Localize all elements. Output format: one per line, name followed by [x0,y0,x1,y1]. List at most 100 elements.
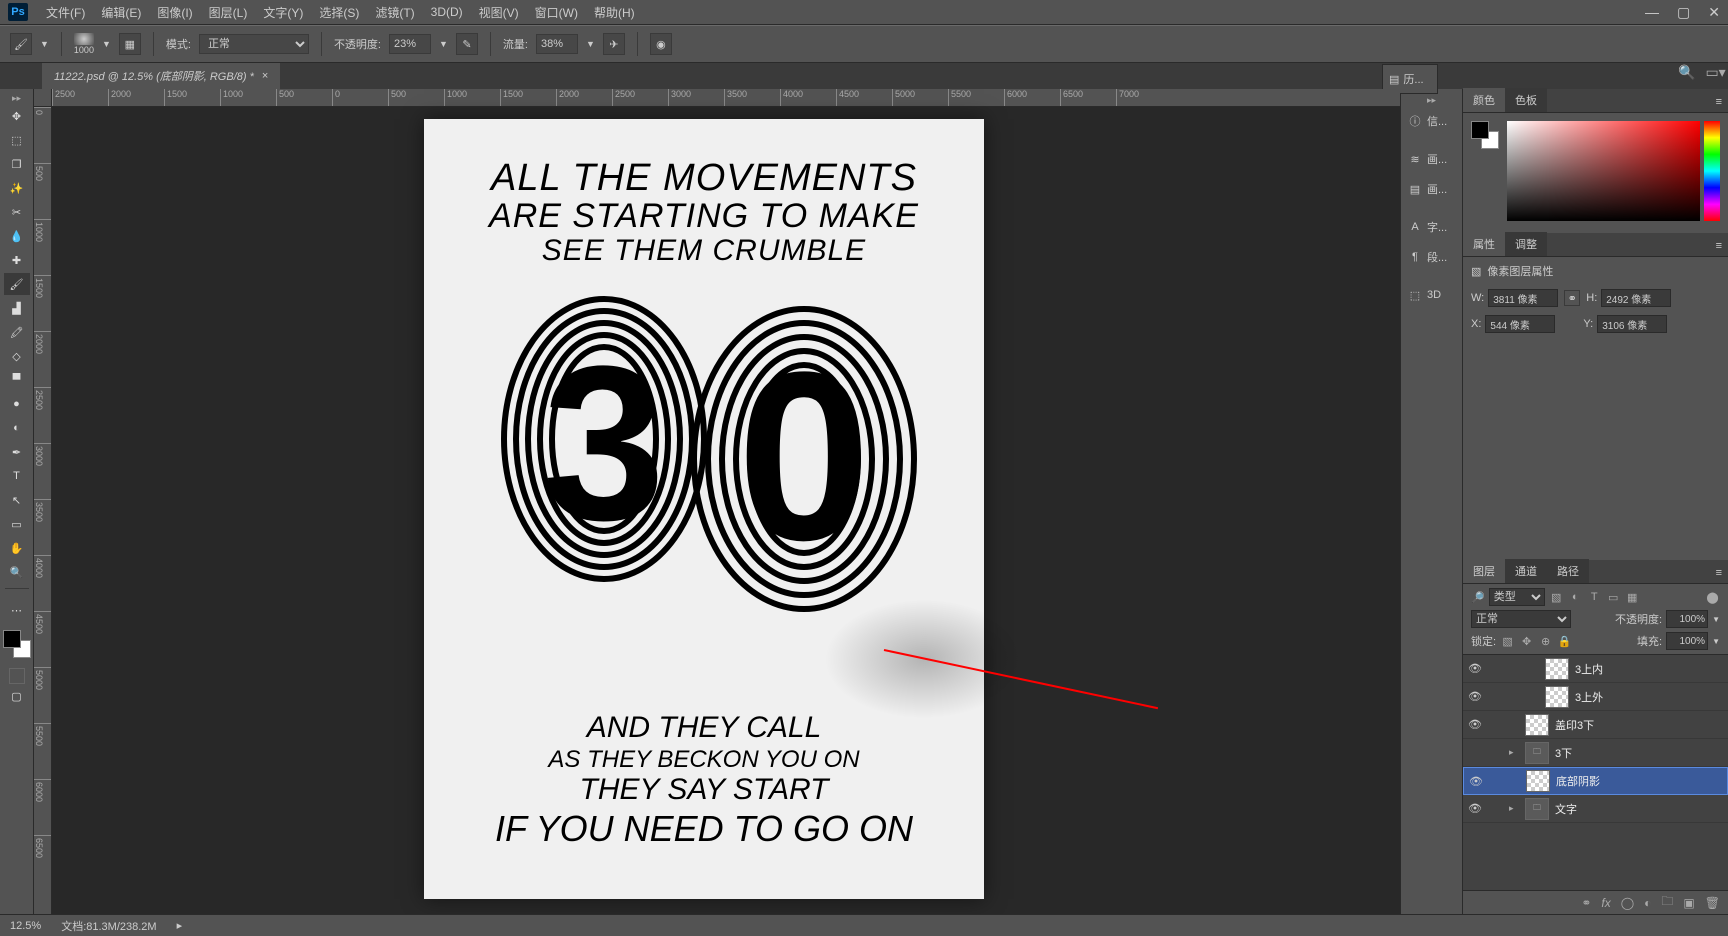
search-icon[interactable]: 🔎 [1471,591,1485,604]
screenmode-icon[interactable]: ▢ [4,685,30,707]
lock-position-icon[interactable]: ✥ [1519,634,1534,649]
opacity-input[interactable] [389,34,431,54]
fg-color-swatch[interactable] [3,630,21,648]
layer-name[interactable]: 3上内 [1575,661,1603,677]
pen-tool-icon[interactable]: ✒ [4,441,30,463]
y-input[interactable] [1597,315,1667,333]
pressure-opacity-icon[interactable]: ✎ [456,33,478,55]
layer-name[interactable]: 文字 [1555,801,1577,817]
edit-toolbar-icon[interactable]: ⋯ [4,599,30,621]
expand-icon[interactable]: ▸ [1509,803,1519,814]
info-panel-tab[interactable]: ⓘ信... [1401,106,1462,136]
ruler-vertical[interactable]: 0500100015002000250030003500400045005000… [34,107,52,914]
chevron-down-icon[interactable]: ▼ [1712,615,1720,624]
visibility-icon[interactable]: 👁 [1467,718,1483,731]
group-icon[interactable]: 🗀 [1661,892,1673,913]
blend-mode-select[interactable]: 正常 [199,34,309,54]
collapse-handle-icon[interactable]: ▸▸ [1401,95,1462,106]
marquee-tool-icon[interactable]: ⬚ [4,129,30,151]
window-minimize-icon[interactable]: — [1645,4,1659,21]
layer-thumbnail[interactable] [1545,658,1569,680]
height-input[interactable] [1601,289,1671,307]
hand-tool-icon[interactable]: ✋ [4,537,30,559]
panel-menu-icon[interactable]: ≡ [1710,563,1728,583]
3d-panel-tab[interactable]: ⬚3D [1401,280,1462,310]
layer-filter-kind[interactable]: 类型 [1489,588,1545,606]
menu-edit[interactable]: 编辑(E) [93,4,149,21]
close-icon[interactable]: × [262,70,268,82]
chevron-down-icon[interactable]: ▼ [40,39,49,49]
quickmask-icon[interactable] [9,668,25,684]
lasso-tool-icon[interactable]: ❐ [4,153,30,175]
fx-icon[interactable]: fx [1601,896,1610,910]
menu-view[interactable]: 视图(V) [471,4,527,21]
brush-preview-icon[interactable] [74,33,94,45]
layer-row[interactable]: 👁底部阴影 [1463,767,1728,795]
menu-file[interactable]: 文件(F) [38,4,93,21]
link-icon[interactable]: ⚭ [1564,290,1580,306]
doc-info[interactable]: 文档:81.3M/238.2M [61,918,156,934]
visibility-icon[interactable]: 👁 [1467,802,1483,815]
tab-paths[interactable]: 路径 [1547,559,1589,583]
tab-channels[interactable]: 通道 [1505,559,1547,583]
x-input[interactable] [1485,315,1555,333]
layers-list[interactable]: 👁3上内👁3上外👁盖印3下▸🗀3下👁底部阴影👁▸🗀文字 [1463,655,1728,890]
eraser-tool-icon[interactable]: ◇ [4,345,30,367]
eyedropper-tool-icon[interactable]: 💧 [4,225,30,247]
crop-tool-icon[interactable]: ✂ [4,201,30,223]
layer-thumbnail[interactable] [1545,686,1569,708]
layer-name[interactable]: 3下 [1555,745,1572,761]
menu-layer[interactable]: 图层(L) [201,4,256,21]
tool-preset-icon[interactable]: 🖌 [10,33,32,55]
layer-row[interactable]: 👁 盖印3下 [1463,711,1728,739]
folder-icon[interactable]: 🗀 [1525,798,1549,820]
menu-window[interactable]: 窗口(W) [527,4,586,21]
window-close-icon[interactable]: ✕ [1708,4,1720,21]
menu-3d[interactable]: 3D(D) [423,5,471,19]
layer-name[interactable]: 3上外 [1575,689,1603,705]
visibility-icon[interactable]: 👁 [1467,662,1483,675]
folder-icon[interactable]: 🗀 [1525,742,1549,764]
tab-properties[interactable]: 属性 [1463,232,1505,256]
menu-help[interactable]: 帮助(H) [586,4,643,21]
healing-tool-icon[interactable]: ✚ [4,249,30,271]
collapse-handle-icon[interactable]: ▸▸ [12,93,21,104]
lock-artboard-icon[interactable]: ⊕ [1538,634,1553,649]
search-icon[interactable]: 🔍 [1678,64,1695,84]
menu-image[interactable]: 图像(I) [149,4,200,21]
filter-smart-icon[interactable]: ▦ [1625,590,1640,605]
layer-name[interactable]: 盖印3下 [1555,717,1594,733]
filter-pixel-icon[interactable]: ▧ [1549,590,1564,605]
delete-icon[interactable]: 🗑 [1705,896,1720,910]
color-swatches[interactable] [3,630,31,658]
chevron-down-icon[interactable]: ▼ [586,39,595,49]
filter-shape-icon[interactable]: ▭ [1606,590,1621,605]
zoom-tool-icon[interactable]: 🔍 [4,561,30,583]
pressure-size-icon[interactable]: ◉ [650,33,672,55]
new-layer-icon[interactable]: ▣ [1683,896,1694,910]
layer-row[interactable]: 👁 ▸ 🗀 文字 [1463,795,1728,823]
document-tab[interactable]: 11222.psd @ 12.5% (底部阴影, RGB/8) * × [42,62,280,89]
stamp-tool-icon[interactable]: ▟ [4,297,30,319]
tab-adjustments[interactable]: 调整 [1505,232,1547,256]
path-select-tool-icon[interactable]: ↖ [4,489,30,511]
brush-presets-panel-tab[interactable]: ▤画... [1401,174,1462,204]
panel-menu-icon[interactable]: ≡ [1710,92,1728,112]
paragraph-panel-tab[interactable]: ¶段... [1401,242,1462,272]
layer-thumbnail[interactable] [1525,714,1549,736]
layer-row[interactable]: ▸ 🗀 3下 [1463,739,1728,767]
canvas-area[interactable]: 2500200015001000500050010001500200025003… [34,89,1400,914]
color-field[interactable] [1507,121,1700,221]
ruler-origin[interactable] [34,89,52,107]
blur-tool-icon[interactable]: ● [4,393,30,415]
filter-adjust-icon[interactable]: ◐ [1568,590,1583,605]
expand-icon[interactable]: ▸ [1509,747,1519,758]
menu-filter[interactable]: 滤镜(T) [367,4,422,21]
layer-blend-select[interactable]: 正常 [1471,610,1571,628]
tab-swatches[interactable]: 色板 [1505,88,1547,112]
ruler-horizontal[interactable]: 2500200015001000500050010001500200025003… [52,89,1400,107]
chevron-right-icon[interactable]: ▸ [177,919,197,932]
menu-select[interactable]: 选择(S) [311,4,367,21]
character-panel-tab[interactable]: A字... [1401,212,1462,242]
filter-toggle-icon[interactable]: ⬤ [1705,590,1720,605]
